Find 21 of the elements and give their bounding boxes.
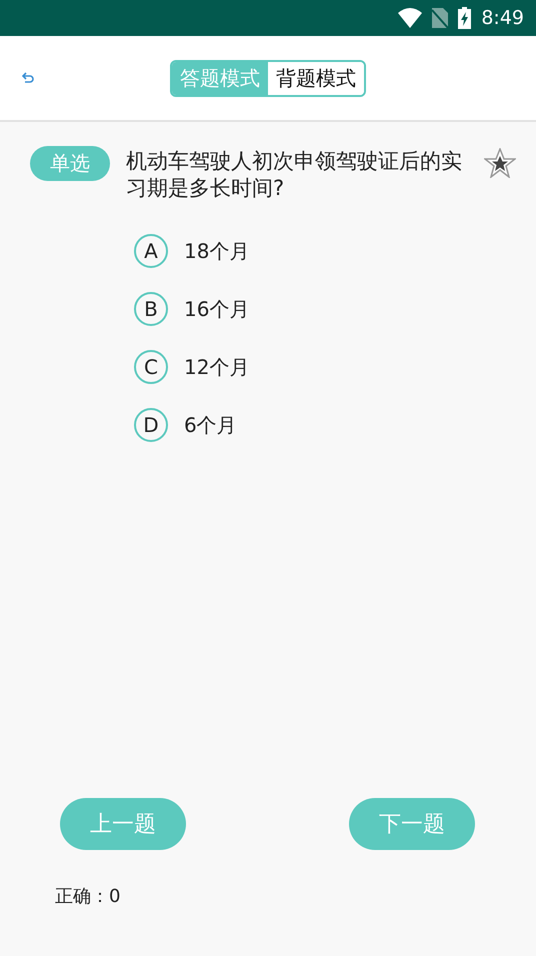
option-letter: A	[134, 234, 168, 268]
answer-option[interactable]: C 12个月	[134, 350, 536, 384]
battery-charging-icon	[458, 7, 472, 29]
question-type-badge: 单选	[30, 146, 110, 181]
favorite-star-icon[interactable]	[484, 148, 516, 178]
answer-option[interactable]: D 6个月	[134, 408, 536, 442]
option-letter: D	[134, 408, 168, 442]
answer-option[interactable]: B 16个月	[134, 292, 536, 326]
option-text: 12个月	[184, 354, 250, 380]
clock-time: 8:49	[481, 7, 524, 29]
question-text: 机动车驾驶人初次申领驾驶证后的实习期是多长时间?	[126, 148, 463, 202]
option-text: 16个月	[184, 296, 250, 322]
correct-count: 正确：0	[54, 885, 122, 909]
option-text: 6个月	[184, 412, 237, 438]
answer-option[interactable]: A 18个月	[134, 234, 536, 268]
back-icon[interactable]	[22, 72, 34, 84]
no-sim-icon	[432, 8, 448, 28]
option-text: 18个月	[184, 238, 250, 264]
wifi-icon	[398, 8, 422, 28]
option-letter: B	[134, 292, 168, 326]
option-letter: C	[134, 350, 168, 384]
